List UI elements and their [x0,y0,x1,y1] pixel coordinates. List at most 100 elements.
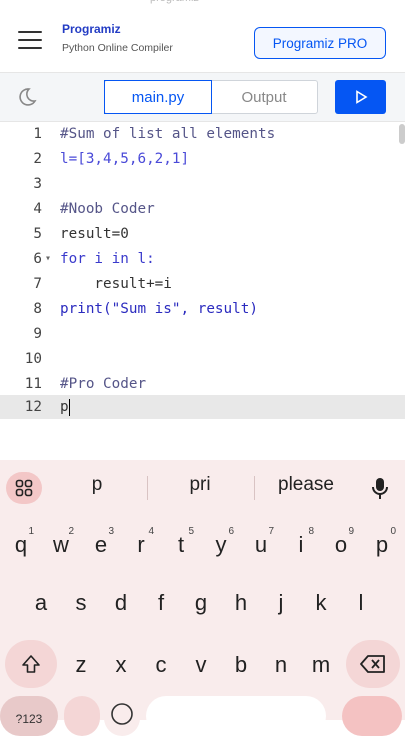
shift-key[interactable] [5,640,57,688]
emoji-key[interactable] [104,696,140,736]
enter-key[interactable] [342,696,402,736]
symbols-key[interactable]: ?123 [0,696,58,736]
key-u[interactable]: u7 [242,520,280,570]
hamburger-menu-icon[interactable] [18,31,42,49]
key-hint: 1 [28,526,34,537]
line-number: 1 [33,126,42,142]
line-number: 11 [24,376,42,392]
key-l[interactable]: l [342,578,380,628]
key-label: o [334,532,348,557]
keyboard-menu-grid-icon[interactable] [6,472,42,504]
line-number: 3 [33,176,42,192]
onscreen-keyboard: p pri please q1 w2 e3 r4 t5 y6 u7 i8 o9 … [0,460,405,736]
code-line: 2 l=[3,4,5,6,2,1] [0,147,405,171]
code-line: 5 result=0 [0,222,405,246]
line-number: 9 [33,326,42,342]
status-strip: programiz [0,0,405,8]
key-e[interactable]: e3 [82,520,120,570]
key-b[interactable]: b [222,640,260,690]
key-label: p [375,532,389,557]
line-number: 12 [24,399,42,415]
programiz-pro-button[interactable]: Programiz PRO [254,27,386,59]
tab-output[interactable]: Output [211,81,317,113]
key-label: r [137,532,145,557]
editor-scrollbar[interactable] [399,124,405,144]
key-v[interactable]: v [182,640,220,690]
logo-name: Programiz [62,22,121,36]
key-hint: 5 [188,526,194,537]
run-button[interactable] [335,80,386,114]
line-number: 7 [33,276,42,292]
microphone-icon[interactable] [365,473,395,503]
code-text: result=0 [60,226,129,242]
suggestion-2[interactable]: pri [172,474,228,496]
key-label: w [53,532,69,557]
key-o[interactable]: o9 [322,520,360,570]
key-label: u [254,532,268,557]
key-label: t [177,532,185,557]
key-hint: 2 [68,526,74,537]
key-d[interactable]: d [102,578,140,628]
key-w[interactable]: w2 [42,520,80,570]
key-z[interactable]: z [62,640,100,690]
backspace-icon [360,655,385,673]
tab-main-py[interactable]: main.py [104,80,212,114]
programiz-logo[interactable]: Programiz Python Online Compiler [62,22,173,54]
key-label: i [298,532,304,557]
dark-mode-moon-icon[interactable] [15,86,37,108]
key-y[interactable]: y6 [202,520,240,570]
suggestion-3[interactable]: please [270,474,342,496]
key-n[interactable]: n [262,640,300,690]
key-p[interactable]: p0 [362,520,402,570]
code-text-current: p [60,395,71,419]
logo-subtitle: Python Online Compiler [62,42,173,54]
shift-arrow-icon [22,655,40,673]
code-text: print("Sum is", result) [60,301,258,317]
text-cursor [68,398,71,416]
code-text: #Noob Coder [60,201,155,217]
key-c[interactable]: c [142,640,180,690]
line-number: 8 [33,301,42,317]
code-line: 7 result+=i [0,272,405,296]
line-number: 6 [33,251,42,267]
comma-key[interactable] [64,696,100,736]
code-line: 1 #Sum of list all elements [0,122,405,146]
key-r[interactable]: r4 [122,520,160,570]
suggestion-1[interactable]: p [80,474,114,496]
key-a[interactable]: a [22,578,60,628]
code-line: 11 #Pro Coder [0,372,405,396]
suggestion-divider [254,476,255,500]
key-hint: 8 [308,526,314,537]
key-m[interactable]: m [302,640,340,690]
code-line: 10 [0,347,405,371]
current-line-text: p [60,399,69,415]
key-hint: 7 [268,526,274,537]
key-s[interactable]: s [62,578,100,628]
key-q[interactable]: q1 [2,520,40,570]
key-h[interactable]: h [222,578,260,628]
key-i[interactable]: i8 [282,520,320,570]
space-bar[interactable] [146,696,326,736]
key-f[interactable]: f [142,578,180,628]
code-line: 8 print("Sum is", result) [0,297,405,321]
key-hint: 0 [390,526,396,537]
emoji-icon [111,703,133,725]
key-k[interactable]: k [302,578,340,628]
code-line: 4 #Noob Coder [0,197,405,221]
key-j[interactable]: j [262,578,300,628]
code-line-current: 12 p [0,395,405,419]
suggestion-bar: p pri please [0,460,405,516]
line-number: 10 [24,351,42,367]
key-hint: 4 [148,526,154,537]
key-label: y [215,532,227,557]
key-x[interactable]: x [102,640,140,690]
fold-arrow-icon[interactable]: ▾ [45,247,51,271]
key-t[interactable]: t5 [162,520,200,570]
backspace-key[interactable] [346,640,400,688]
code-text: #Pro Coder [60,376,147,392]
file-output-tabs: main.py Output [104,80,318,114]
code-editor[interactable]: 1 #Sum of list all elements 2 l=[3,4,5,6… [0,122,405,460]
line-number: 5 [33,226,42,242]
key-label: e [94,532,108,557]
key-g[interactable]: g [182,578,220,628]
